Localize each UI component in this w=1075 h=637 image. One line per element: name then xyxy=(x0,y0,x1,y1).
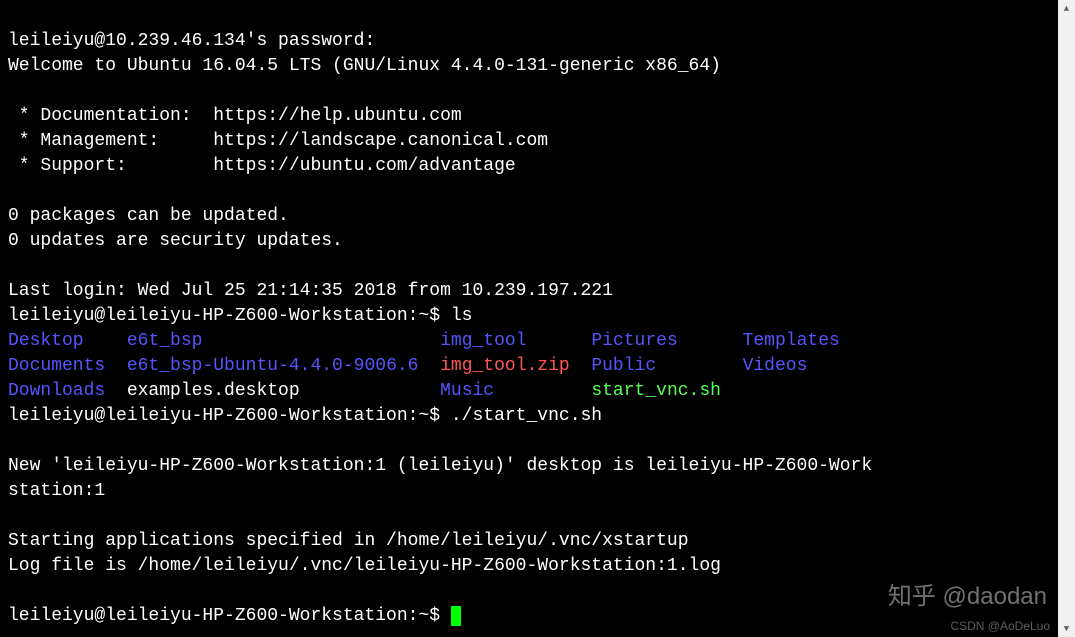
line: Welcome to Ubuntu 16.04.5 LTS (GNU/Linux… xyxy=(8,56,721,76)
ls-file: examples.desktop xyxy=(127,381,300,401)
ls-exec: start_vnc.sh xyxy=(591,381,721,401)
scroll-track[interactable] xyxy=(1058,17,1075,620)
ls-dir: Documents xyxy=(8,356,105,376)
ls-dir: Templates xyxy=(743,331,840,351)
ls-dir: e6t_bsp-Ubuntu-4.4.0-9006.6 xyxy=(127,356,419,376)
line: * Documentation: https://help.ubuntu.com xyxy=(8,106,462,126)
ls-dir: Pictures xyxy=(591,331,677,351)
line: Starting applications specified in /home… xyxy=(8,531,689,551)
line: 0 updates are security updates. xyxy=(8,231,343,251)
ls-dir: Downloads xyxy=(8,381,105,401)
prompt: leileiyu@leileiyu-HP-Z600-Workstation:~$ xyxy=(8,406,451,426)
ls-dir: e6t_bsp xyxy=(127,331,203,351)
line: 0 packages can be updated. xyxy=(8,206,289,226)
scroll-down-button[interactable]: ▼ xyxy=(1058,620,1075,637)
ls-dir: Videos xyxy=(743,356,808,376)
ls-archive: img_tool.zip xyxy=(440,356,570,376)
scrollbar-vertical[interactable]: ▲ ▼ xyxy=(1058,0,1075,637)
prompt: leileiyu@leileiyu-HP-Z600-Workstation:~$ xyxy=(8,606,451,626)
line: Log file is /home/leileiyu/.vnc/leileiyu… xyxy=(8,556,721,576)
line: leileiyu@10.239.46.134's password: xyxy=(8,31,375,51)
cursor[interactable] xyxy=(451,606,461,626)
line: New 'leileiyu-HP-Z600-Workstation:1 (lei… xyxy=(8,456,872,476)
ls-dir: img_tool xyxy=(440,331,526,351)
terminal-output[interactable]: leileiyu@10.239.46.134's password: Welco… xyxy=(0,0,1058,637)
ls-dir: Public xyxy=(591,356,656,376)
line: Last login: Wed Jul 25 21:14:35 2018 fro… xyxy=(8,281,613,301)
scroll-up-button[interactable]: ▲ xyxy=(1058,0,1075,17)
line: * Support: https://ubuntu.com/advantage xyxy=(8,156,516,176)
ls-dir: Music xyxy=(440,381,494,401)
ls-dir: Desktop xyxy=(8,331,84,351)
command: ls xyxy=(451,306,473,326)
line: station:1 xyxy=(8,481,105,501)
prompt: leileiyu@leileiyu-HP-Z600-Workstation:~$ xyxy=(8,306,451,326)
command: ./start_vnc.sh xyxy=(451,406,602,426)
line: * Management: https://landscape.canonica… xyxy=(8,131,548,151)
